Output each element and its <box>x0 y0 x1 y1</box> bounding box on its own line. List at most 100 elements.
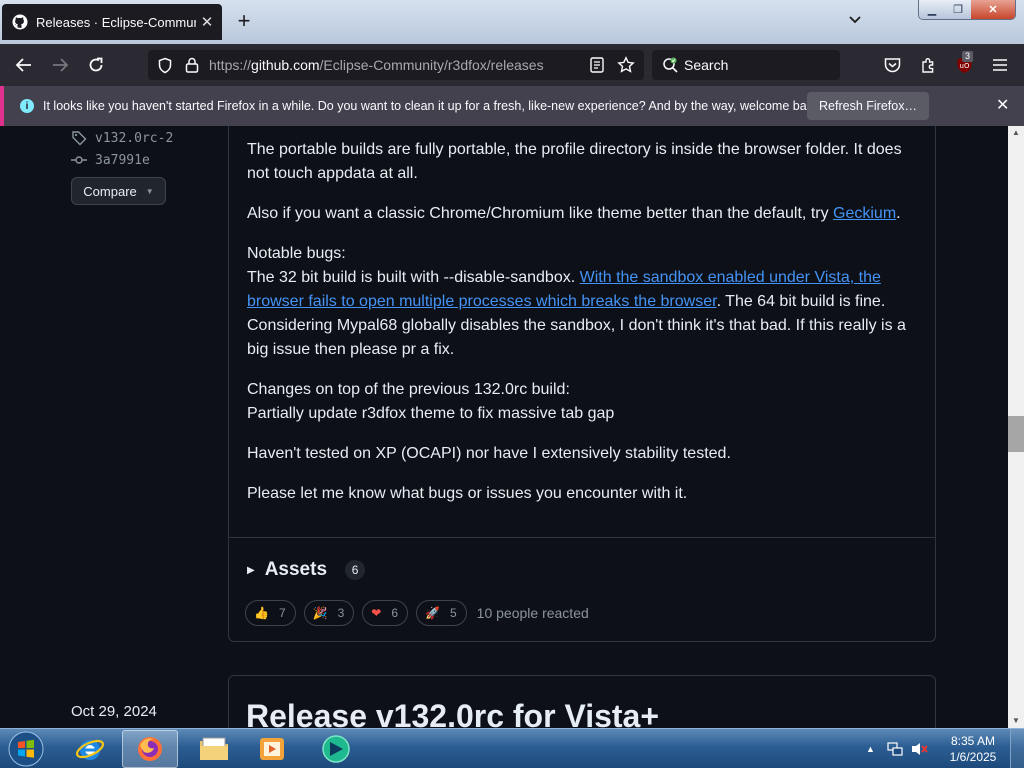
windows-taskbar: ▲ 8:35 AM 1/6/2025 <box>0 728 1024 768</box>
heart-icon: ❤ <box>371 606 382 620</box>
search-engine-icon <box>663 57 678 73</box>
release-title-link[interactable]: Release v132.0rc for Vista+ <box>246 698 659 728</box>
address-bar[interactable]: https://github.com/Eclipse-Community/r3d… <box>148 50 644 80</box>
page-content: v132.0rc-2 3a7991e Compare ▼ The portabl… <box>0 126 1008 728</box>
hamburger-menu-icon <box>993 59 1007 71</box>
volume-muted-icon[interactable] <box>911 741 929 757</box>
taskbar-app[interactable] <box>308 730 364 768</box>
scroll-up-arrow-icon[interactable]: ▲ <box>1008 126 1024 140</box>
pocket-button[interactable] <box>878 44 906 86</box>
changes-heading: Changes on top of the previous 132.0rc b… <box>247 381 570 398</box>
tab-strip: Releases · Eclipse-Community/r3dfox ✕ + … <box>0 0 1024 44</box>
reader-view-icon[interactable] <box>590 57 604 73</box>
taskbar-media-player[interactable] <box>244 730 300 768</box>
next-release-card: Release v132.0rc for Vista+ <box>228 675 936 728</box>
system-tray: ▲ <box>866 729 929 768</box>
app-logo-icon <box>322 735 350 763</box>
assets-label: Assets <box>264 559 328 580</box>
reaction-heart[interactable]: ❤ 6 <box>362 600 409 626</box>
taskbar-internet-explorer[interactable] <box>62 730 118 768</box>
party-popper-icon: 🎉 <box>312 606 328 620</box>
changes-body: Partially update r3dfox theme to fix mas… <box>247 405 615 422</box>
page-scrollbar[interactable]: ▲ ▼ <box>1008 126 1024 728</box>
search-placeholder: Search <box>684 57 729 73</box>
rocket-icon: 🚀 <box>425 606 440 620</box>
release-card: The portable builds are fully portable, … <box>228 126 936 642</box>
assets-count-badge: 6 <box>345 560 366 580</box>
taskbar-clock[interactable]: 8:35 AM 1/6/2025 <box>944 733 1002 765</box>
compare-button[interactable]: Compare ▼ <box>71 177 166 205</box>
release-commit[interactable]: 3a7991e <box>71 152 150 168</box>
refresh-firefox-button[interactable]: Refresh Firefox… <box>807 92 929 120</box>
reaction-thumbs-up[interactable]: 👍 7 <box>245 600 296 626</box>
forward-button[interactable] <box>44 44 76 86</box>
taskbar-file-explorer[interactable] <box>186 730 242 768</box>
window-close-button[interactable]: ✕ <box>971 0 1015 19</box>
tab-close-button[interactable]: ✕ <box>196 13 218 31</box>
theme-text: Also if you want a classic Chrome/Chromi… <box>247 205 834 222</box>
tray-expand-icon[interactable]: ▲ <box>866 744 875 754</box>
card-divider <box>229 537 935 538</box>
clock-date: 1/6/2025 <box>949 750 997 764</box>
release-tag[interactable]: v132.0rc-2 <box>71 130 173 146</box>
internet-explorer-icon <box>75 739 105 760</box>
reload-button[interactable] <box>80 44 112 86</box>
notes-paragraph-feedback: Please let me know what bugs or issues y… <box>247 485 688 502</box>
windows-orb-icon <box>8 731 44 767</box>
new-tab-button[interactable]: + <box>232 10 256 32</box>
back-button[interactable] <box>8 44 40 86</box>
folder-icon <box>200 737 228 760</box>
tag-icon <box>72 131 87 146</box>
url-path: /Eclipse-Community/r3dfox/releases <box>319 57 544 73</box>
disclosure-triangle-icon: ▶ <box>247 564 255 576</box>
show-desktop-button[interactable] <box>1010 729 1024 768</box>
url-scheme: https:// <box>209 57 252 73</box>
ublock-badge: 3 <box>962 51 974 62</box>
back-arrow-icon <box>15 58 31 72</box>
notes-paragraph-bugs: Notable bugs: The 32 bit build is built … <box>247 242 917 362</box>
shield-icon[interactable] <box>157 57 173 74</box>
reaction-count: 3 <box>337 606 345 620</box>
release-date: Oct 29, 2024 <box>71 703 157 720</box>
bookmark-star-icon[interactable] <box>617 56 635 74</box>
network-icon[interactable] <box>887 741 903 757</box>
assets-toggle[interactable]: ▶ Assets 6 <box>247 559 366 581</box>
start-button[interactable] <box>4 730 48 768</box>
lock-icon[interactable] <box>185 57 199 73</box>
scroll-down-arrow-icon[interactable]: ▼ <box>1008 714 1024 728</box>
reactions-bar: 👍 7 🎉 3 ❤ 6 🚀 5 10 people reacted <box>245 600 589 626</box>
commit-hash: 3a7991e <box>95 152 150 168</box>
reaction-count: 6 <box>391 606 399 620</box>
chevron-down-icon <box>849 16 861 24</box>
pocket-icon <box>884 58 900 73</box>
commit-icon <box>71 156 87 164</box>
tab-list-button[interactable] <box>848 12 862 28</box>
github-icon <box>12 14 28 30</box>
reaction-hooray[interactable]: 🎉 3 <box>303 600 355 626</box>
notification-close-button[interactable]: ✕ <box>996 95 1009 115</box>
caret-down-icon: ▼ <box>145 186 154 196</box>
tab-title: Releases · Eclipse-Community/r3dfox <box>36 14 196 30</box>
search-bar[interactable]: Search <box>652 50 840 80</box>
reload-icon <box>89 57 103 72</box>
reaction-rocket[interactable]: 🚀 5 <box>416 600 467 626</box>
thumbs-up-icon: 👍 <box>254 606 269 620</box>
minimize-button[interactable]: ▁ <box>919 0 945 19</box>
app-menu-button[interactable] <box>986 44 1014 86</box>
url-host: github.com <box>251 57 320 73</box>
bugs-text: The 32 bit build is built with --disable… <box>247 269 580 286</box>
extensions-button[interactable] <box>914 44 942 86</box>
scrollbar-thumb[interactable] <box>1008 416 1024 452</box>
geckium-link[interactable]: Geckium <box>833 205 896 222</box>
maximize-button[interactable]: ❐ <box>945 0 971 19</box>
media-player-icon <box>260 738 284 760</box>
notes-paragraph-portable: The portable builds are fully portable, … <box>247 141 902 182</box>
taskbar-firefox[interactable] <box>122 730 178 768</box>
tab-releases[interactable]: Releases · Eclipse-Community/r3dfox ✕ <box>2 4 222 40</box>
window-controls: ▁ ❐ ✕ <box>918 0 1016 20</box>
bugs-heading: Notable bugs: <box>247 245 346 262</box>
ublock-button[interactable]: uO 3 <box>950 44 978 86</box>
info-icon: i <box>20 99 34 113</box>
compare-label: Compare <box>83 183 137 199</box>
reactions-summary: 10 people reacted <box>476 605 589 621</box>
